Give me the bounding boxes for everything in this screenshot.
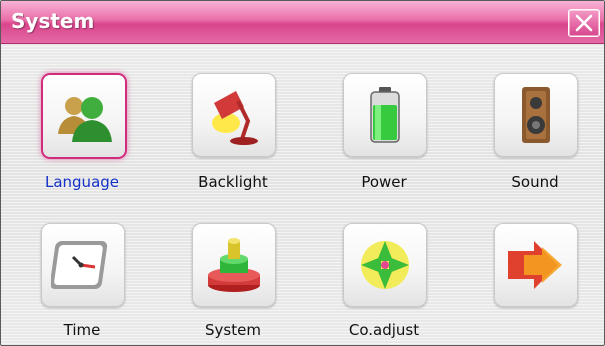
time-label: Time — [63, 321, 101, 339]
clock-icon — [51, 241, 108, 289]
close-icon — [575, 14, 593, 32]
close-button[interactable] — [568, 9, 600, 37]
language-button[interactable] — [41, 73, 127, 159]
window-title: System — [11, 9, 95, 33]
next-page-button[interactable] — [494, 223, 578, 307]
co-adjust-button[interactable] — [343, 223, 427, 307]
system-button[interactable] — [192, 223, 276, 307]
time-button[interactable] — [41, 223, 125, 307]
system-label: System — [205, 321, 261, 339]
sound-label: Sound — [511, 173, 559, 191]
title-bar: System — [1, 1, 604, 44]
next-page-arrow-icon — [508, 241, 562, 289]
system-stack-icon — [208, 238, 260, 292]
sound-button[interactable] — [494, 73, 578, 157]
backlight-lamp-icon — [212, 91, 258, 145]
co-adjust-label: Co.adjust — [348, 321, 420, 339]
power-button[interactable] — [343, 73, 427, 157]
power-label: Power — [361, 173, 407, 191]
language-icon — [58, 97, 112, 142]
backlight-label: Backlight — [198, 173, 268, 191]
settings-window: System Language Backlight Power Sound Ti… — [0, 0, 605, 346]
backlight-button[interactable] — [192, 73, 276, 157]
language-label: Language — [44, 173, 120, 191]
speaker-icon — [522, 87, 550, 143]
battery-icon — [370, 87, 400, 143]
crosshair-target-icon — [361, 241, 409, 289]
